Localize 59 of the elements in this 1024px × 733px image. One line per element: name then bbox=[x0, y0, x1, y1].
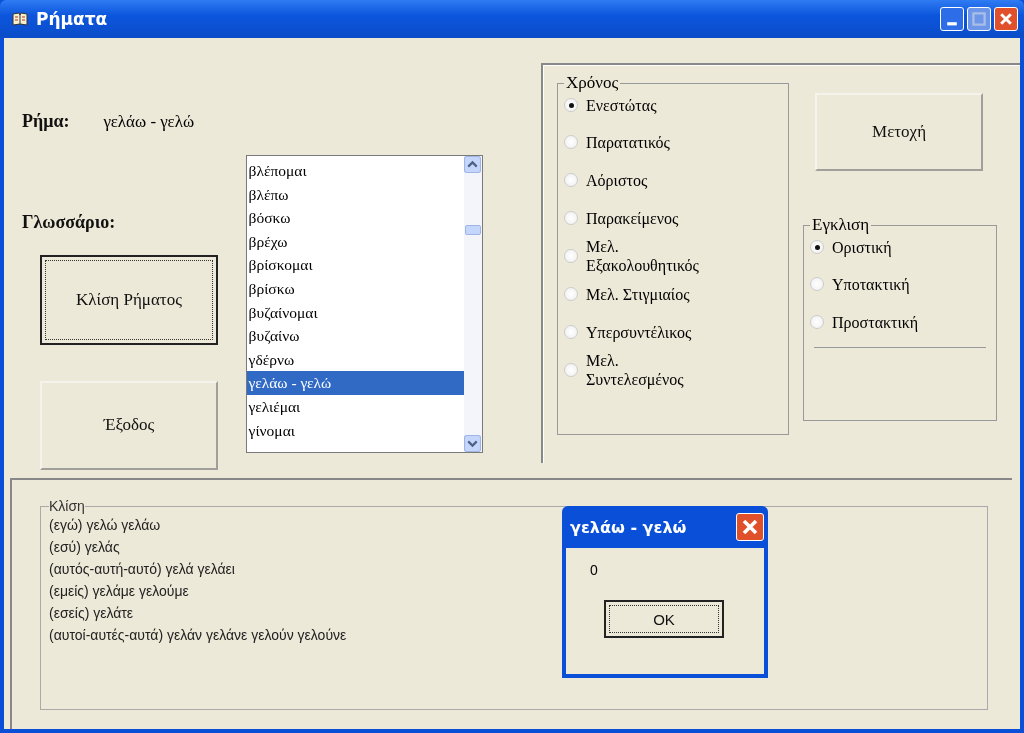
list-item[interactable]: γελιέμαι bbox=[246, 394, 465, 419]
scroll-up-icon[interactable] bbox=[464, 156, 482, 173]
scroll-down-icon[interactable] bbox=[464, 435, 482, 452]
radio-button[interactable] bbox=[564, 249, 579, 263]
radio-button[interactable] bbox=[564, 135, 579, 149]
verb-value: γελάω - γελώ bbox=[103, 112, 195, 132]
exit-button[interactable]: Έξοδος bbox=[40, 380, 218, 470]
option-label[interactable]: Μελ. Στιγμιαίος bbox=[586, 284, 715, 304]
group-title: Χρόνος bbox=[565, 73, 620, 93]
list-item[interactable]: βρίσκομαι bbox=[246, 253, 465, 277]
conjugation-line: (αυτοί-αυτές-αυτά) γελάν γελάνε γελούν γελούνε bbox=[49, 626, 347, 645]
radio-button[interactable] bbox=[564, 211, 579, 225]
list-item[interactable]: βυζαίνω bbox=[246, 324, 465, 348]
radio-button[interactable] bbox=[564, 325, 579, 339]
list-item[interactable]: βρέχω bbox=[246, 229, 465, 254]
option-label[interactable]: Μελ. Εξακολουθητικός bbox=[586, 237, 715, 275]
list-item[interactable]: βόσκω bbox=[246, 206, 465, 230]
option-label[interactable]: Προστακτική bbox=[832, 312, 973, 332]
conjugation-line: (εσύ) γελάς bbox=[49, 538, 120, 557]
option-label[interactable]: Υποτακτική bbox=[832, 274, 973, 294]
option-label[interactable]: Ενεστώτας bbox=[586, 95, 715, 115]
list-item[interactable]: γίνομαι bbox=[246, 418, 465, 443]
list-item[interactable]: βλέπω bbox=[246, 182, 465, 207]
list-item[interactable]: γδέρνω bbox=[246, 347, 465, 372]
verb-list[interactable]: βλέπομαι βλέπω βόσκω βρέχω βρίσκομαι βρίσκω βυζαίνομαι βυζαίνω γδέρνω γελάω - γελώ γελιέμαι γίνομαι bbox=[245, 155, 484, 453]
group-title: Εγκλιση bbox=[811, 215, 871, 235]
message-text: 0 bbox=[590, 562, 599, 578]
option-label[interactable]: Παρατατικός bbox=[586, 132, 715, 152]
radio-button[interactable] bbox=[564, 173, 579, 187]
conjugation-line: (εμείς) γελάμε γελούμε bbox=[49, 582, 189, 601]
conjugate-button[interactable]: Κλίση Ρήματος bbox=[40, 255, 218, 345]
dialog-title: γελάω - γελώ bbox=[570, 517, 687, 537]
scroll-thumb[interactable] bbox=[465, 225, 482, 235]
radio-button[interactable] bbox=[564, 98, 579, 112]
radio-button[interactable] bbox=[810, 315, 825, 329]
radio-button[interactable] bbox=[810, 240, 825, 254]
list-item[interactable]: βλέπομαι bbox=[246, 159, 465, 183]
participle-button[interactable]: Μετοχή bbox=[815, 93, 984, 171]
list-item[interactable]: βρίσκω bbox=[246, 276, 465, 301]
radio-button[interactable] bbox=[564, 287, 579, 301]
option-label[interactable]: Μελ. Συντελεσμένος bbox=[586, 351, 715, 389]
ok-button[interactable]: OK bbox=[604, 600, 724, 638]
option-label[interactable]: Παρακείμενος bbox=[586, 208, 715, 228]
list-item[interactable]: γελάω - γελώ bbox=[246, 371, 465, 395]
option-label[interactable]: Αόριστος bbox=[586, 170, 715, 190]
conjugation-line: (αυτός-αυτή-αυτό) γελά γελάει bbox=[49, 560, 235, 579]
glossary-label: Γλωσσάριο: bbox=[22, 212, 116, 233]
conjugation-line: (εγώ) γελώ γελάω bbox=[49, 516, 161, 535]
group-title: Κλίση bbox=[49, 498, 85, 514]
book-icon bbox=[12, 12, 28, 26]
window-title: Ρήματα bbox=[36, 9, 108, 29]
radio-button[interactable] bbox=[810, 277, 825, 291]
option-label[interactable]: Οριστική bbox=[832, 237, 973, 257]
conjugation-line: (εσείς) γελάτε bbox=[49, 604, 134, 623]
verb-label: Ρήμα: bbox=[22, 111, 70, 132]
radio-button[interactable] bbox=[564, 363, 579, 377]
option-label[interactable]: Υπερσυντέλικος bbox=[586, 322, 715, 342]
list-item[interactable]: βυζαίνομαι bbox=[246, 300, 465, 325]
scrollbar[interactable] bbox=[464, 156, 483, 452]
